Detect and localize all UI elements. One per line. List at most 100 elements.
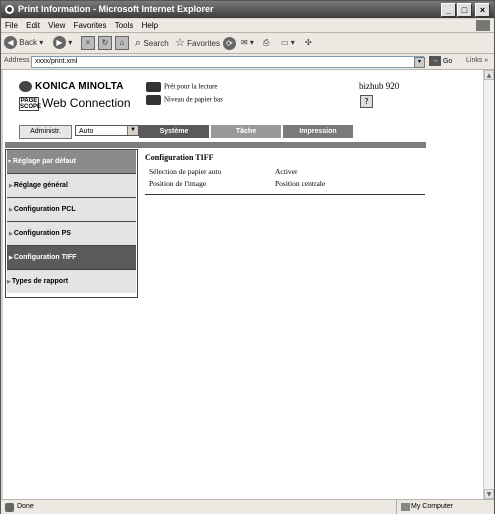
brand-name: KONICA MINOLTA xyxy=(35,81,124,93)
sidebar-item-configuration-pcl[interactable]: ▶Configuration PCL xyxy=(7,198,136,222)
status-text: Done xyxy=(17,503,34,510)
sidebar-item-types-de-rapport[interactable]: ▶Types de rapport xyxy=(7,270,136,293)
setting-label: Sélection de papier auto xyxy=(149,167,222,176)
close-button[interactable]: × xyxy=(475,3,490,17)
print-icon[interactable]: ⎙ xyxy=(263,36,269,50)
address-label: Address xyxy=(4,57,30,64)
menu-view[interactable]: View xyxy=(48,19,65,32)
paper-status-text: Niveau de papier bas xyxy=(164,95,223,104)
section-divider xyxy=(145,194,425,195)
tab-impression[interactable]: Impression xyxy=(283,125,353,138)
sidebar-item-label: Réglage par défaut xyxy=(12,158,76,165)
chevron-down-icon: ▼ xyxy=(7,159,12,165)
title-bar: Print Information - Microsoft Internet E… xyxy=(1,1,494,18)
refresh-icon[interactable]: ↻ xyxy=(98,36,112,50)
menu-bar: File Edit View Favorites Tools Help xyxy=(1,19,494,33)
search-label: Search xyxy=(143,39,169,48)
menu-help[interactable]: Help xyxy=(142,19,158,32)
menu-edit[interactable]: Edit xyxy=(26,19,40,32)
address-dropdown-icon[interactable]: ▾ xyxy=(414,57,425,68)
messenger-icon[interactable]: ✣ xyxy=(305,36,312,50)
forward-arrow-icon: ▶ xyxy=(53,36,66,50)
sidebar-item-label: Configuration PCL xyxy=(13,206,76,213)
sidebar-item-label: Configuration TIFF xyxy=(13,254,77,261)
header-divider xyxy=(5,142,426,148)
chevron-right-icon: ▶ xyxy=(8,183,13,189)
sidebar-item-label: Réglage général xyxy=(13,182,68,189)
menu-favorites[interactable]: Favorites xyxy=(74,19,107,32)
sidebar-item-configuration-tiff[interactable]: ▶Configuration TIFF xyxy=(7,246,136,270)
page-done-icon xyxy=(5,503,14,512)
internet-explorer-icon xyxy=(5,5,14,14)
ready-status-text: Prêt pour la lecture xyxy=(164,82,218,91)
tab-tache[interactable]: Tâche xyxy=(211,125,281,138)
windows-flag-icon xyxy=(476,20,490,31)
web-connection-logo: PAGE SCOPEWeb Connection xyxy=(19,96,131,111)
display-mode-select[interactable]: Auto ▼ xyxy=(75,125,139,136)
konica-minolta-logo: KONICA MINOLTA xyxy=(19,81,124,92)
computer-icon xyxy=(401,503,410,511)
pagescope-badge: PAGE SCOPE xyxy=(19,96,42,111)
back-label: Back xyxy=(19,38,38,47)
printer-icon xyxy=(146,82,161,92)
sidebar: ▼Réglage par défaut ▶Réglage général ▶Co… xyxy=(5,149,138,298)
ready-status: Prêt pour la lecture xyxy=(146,82,217,92)
menu-file[interactable]: File xyxy=(5,19,18,32)
menu-tools[interactable]: Tools xyxy=(115,19,134,32)
chevron-right-icon: ▶ xyxy=(7,279,11,285)
address-input[interactable]: xxxx/print.xml xyxy=(31,56,424,68)
scroll-up-icon[interactable]: ▲ xyxy=(484,70,494,80)
sidebar-item-reglage-par-defaut[interactable]: ▼Réglage par défaut xyxy=(7,150,136,174)
favorites-button[interactable]: ☆ Favorites xyxy=(175,36,220,50)
search-button[interactable]: ⌕ Search xyxy=(135,36,169,50)
status-bar: Done My Computer xyxy=(1,499,494,514)
section-title: Configuration TIFF xyxy=(145,153,214,162)
address-bar: Address xxxx/print.xml ▾ → Go Links » xyxy=(1,54,494,70)
model-name: bizhub 920 xyxy=(359,81,400,91)
paper-status: Niveau de papier bas xyxy=(146,95,223,105)
history-icon[interactable]: ⟳ xyxy=(223,37,236,50)
mail-icon[interactable]: ✉ ▾ xyxy=(241,36,254,50)
go-arrow-icon: → xyxy=(429,56,441,67)
sidebar-item-label: Configuration PS xyxy=(13,230,71,237)
sidebar-item-reglage-general[interactable]: ▶Réglage général xyxy=(7,174,136,198)
links-label: Links xyxy=(466,57,483,64)
favorites-label: Favorites xyxy=(187,39,221,48)
product-name: Web Connection xyxy=(42,96,131,110)
vertical-scrollbar[interactable]: ▲ ▼ xyxy=(483,70,494,499)
sidebar-item-configuration-ps[interactable]: ▶Configuration PS xyxy=(7,222,136,246)
sidebar-item-label: Types de rapport xyxy=(11,278,69,285)
chevron-down-icon: ▼ xyxy=(127,126,138,135)
standard-toolbar: ◀ Back ▾ ▶ ▾ × ↻ ⌂ ⌕ Search ☆ Favorites … xyxy=(1,33,494,54)
administrator-button[interactable]: Administr. xyxy=(19,125,72,139)
minimize-button[interactable]: _ xyxy=(441,3,456,17)
home-icon[interactable]: ⌂ xyxy=(115,36,129,50)
help-icon[interactable]: ? xyxy=(360,95,373,108)
back-button[interactable]: ◀ Back ▾ xyxy=(4,36,43,50)
chevron-right-icon: ▶ xyxy=(8,231,13,237)
maximize-button[interactable]: □ xyxy=(457,3,472,17)
setting-label: Position de l'image xyxy=(149,179,207,188)
stop-icon[interactable]: × xyxy=(81,36,95,50)
forward-button[interactable]: ▶ ▾ xyxy=(53,36,72,50)
go-button[interactable]: → Go xyxy=(429,56,452,67)
edit-icon[interactable]: ▭ ▾ xyxy=(281,36,295,50)
setting-value: Position centrale xyxy=(275,179,326,188)
zone-label: My Computer xyxy=(411,503,454,510)
setting-value: Activer xyxy=(275,167,298,176)
window-title: Print Information - Microsoft Internet E… xyxy=(18,4,214,14)
scroll-down-icon[interactable]: ▼ xyxy=(484,489,494,499)
search-icon: ⌕ xyxy=(135,37,142,49)
favorites-star-icon: ☆ xyxy=(175,37,185,49)
display-mode-value: Auto xyxy=(79,128,94,135)
chevron-right-icon: ▶ xyxy=(8,207,13,213)
back-arrow-icon: ◀ xyxy=(4,36,17,50)
links-button[interactable]: Links » xyxy=(466,57,488,64)
browser-window: Print Information - Microsoft Internet E… xyxy=(0,0,495,514)
paper-tray-icon xyxy=(146,95,161,105)
globe-icon xyxy=(19,81,32,92)
page-content: KONICA MINOLTA PAGE SCOPEWeb Connection … xyxy=(3,70,483,499)
tab-systeme[interactable]: Système xyxy=(139,125,209,138)
go-label: Go xyxy=(442,58,453,65)
security-zone: My Computer xyxy=(396,500,453,514)
